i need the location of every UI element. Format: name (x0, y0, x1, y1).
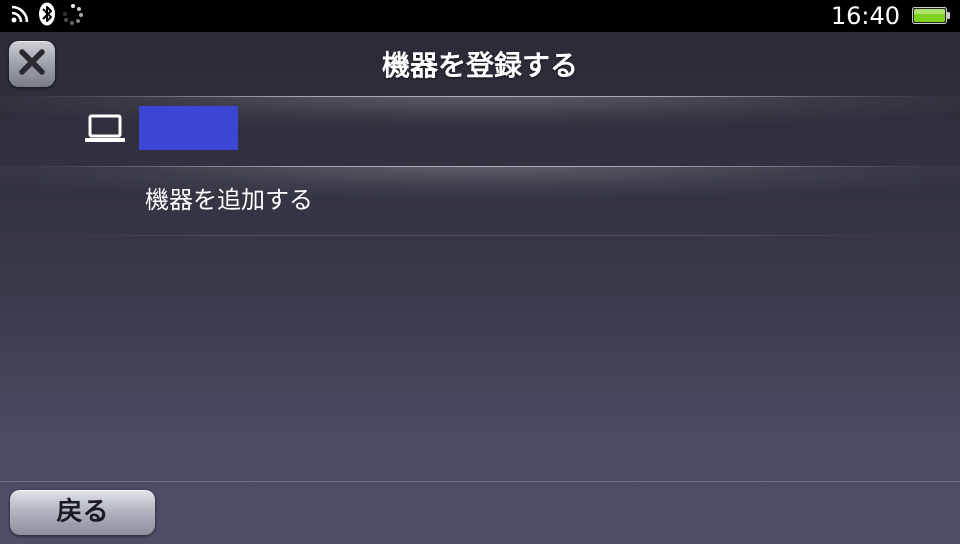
device-name-redacted (139, 106, 238, 150)
laptop-icon (84, 114, 126, 144)
back-button[interactable]: 戻る (10, 490, 155, 535)
page-title: 機器を登録する (381, 49, 578, 82)
list-divider (30, 235, 930, 236)
footer-divider (0, 481, 960, 482)
status-bar: 16:40 (0, 0, 960, 32)
status-icons (10, 2, 84, 30)
add-device-label: 機器を追加する (145, 186, 313, 214)
list-item-registered-device[interactable] (0, 96, 960, 166)
list-item-add-device[interactable]: 機器を追加する (0, 166, 960, 236)
back-label: 戻る (56, 497, 109, 527)
wifi-icon (10, 4, 32, 28)
clock: 16:40 (830, 2, 900, 30)
loading-icon (62, 3, 84, 29)
bluetooth-icon (38, 2, 56, 30)
battery-icon (912, 7, 950, 24)
